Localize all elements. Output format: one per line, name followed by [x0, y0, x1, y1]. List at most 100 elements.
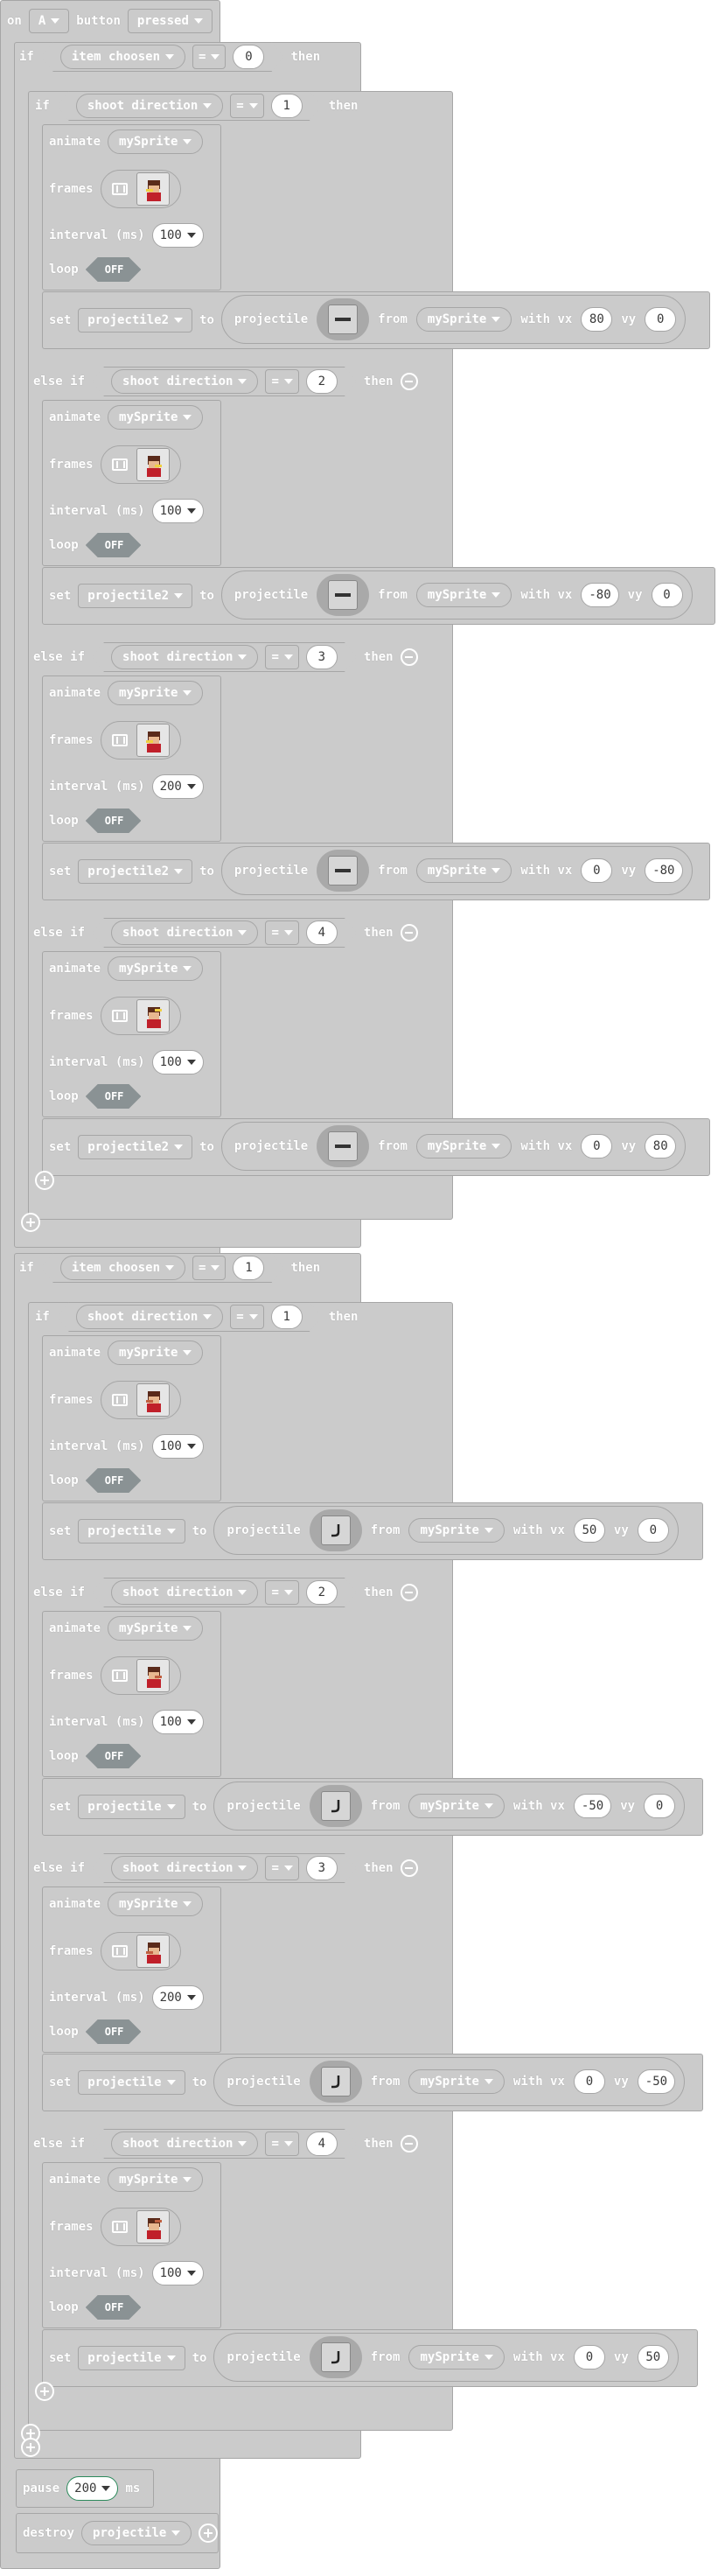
projectile-from-sprite[interactable]: projectile from mySprite with vx 80 vy 0 [220, 295, 687, 344]
sprite-frame-thumbnail[interactable] [136, 448, 170, 481]
projectile-from-sprite[interactable]: projectile from mySprite with vx -50 vy … [213, 1782, 686, 1830]
shoot-direction-dropdown[interactable]: shoot direction [111, 1856, 258, 1880]
item-condition[interactable]: item choosen = 1 [41, 1253, 284, 1283]
interval-input[interactable]: 100 [151, 499, 204, 523]
sprite-dropdown[interactable]: mySprite [108, 405, 204, 430]
projectile-from-sprite[interactable]: projectile from mySprite with vx 0 vy -8… [220, 846, 693, 895]
direction-condition[interactable]: shoot direction = 4 [92, 2129, 357, 2159]
vy-input[interactable]: 0 [651, 583, 683, 607]
projectile-image-picker[interactable] [317, 1125, 370, 1167]
shoot-direction-dropdown[interactable]: shoot direction [111, 645, 258, 669]
add-branch-icon[interactable] [21, 1213, 40, 1232]
from-sprite-dropdown[interactable]: mySprite [408, 2345, 505, 2370]
projectile-image-picker[interactable] [309, 2061, 362, 2103]
projectile-image-picker[interactable] [317, 298, 370, 340]
item-condition[interactable]: item choosen = 0 [41, 42, 284, 72]
pause-duration-input[interactable]: 200 [66, 2476, 119, 2501]
vy-input[interactable]: 50 [637, 2345, 669, 2370]
projectile-from-sprite[interactable]: projectile from mySprite with vx -80 vy … [220, 570, 693, 620]
operator-dropdown[interactable]: = [230, 94, 263, 118]
operator-dropdown[interactable]: = [265, 920, 298, 945]
shoot-direction-dropdown[interactable]: shoot direction [76, 1305, 223, 1329]
direction-value-input[interactable]: 3 [306, 645, 338, 669]
from-sprite-dropdown[interactable]: mySprite [415, 1134, 512, 1158]
projectile-from-sprite[interactable]: projectile from mySprite with vx 0 vy -5… [213, 2057, 686, 2106]
interval-input[interactable]: 100 [151, 1050, 204, 1074]
direction-value-input[interactable]: 1 [271, 94, 303, 118]
vy-input[interactable]: -50 [637, 2069, 676, 2094]
projectile-image-picker[interactable] [317, 574, 370, 616]
item-value-input[interactable]: 0 [233, 45, 264, 69]
event-state-dropdown[interactable]: pressed [127, 9, 213, 33]
interval-input[interactable]: 200 [151, 1985, 204, 2010]
button-dropdown[interactable]: A [28, 9, 70, 33]
shoot-direction-dropdown[interactable]: shoot direction [111, 369, 258, 394]
sprite-frame-thumbnail[interactable] [136, 172, 170, 206]
frames-editor[interactable] [100, 170, 181, 208]
frames-editor[interactable] [100, 721, 181, 760]
interval-input[interactable]: 100 [151, 223, 204, 248]
direction-condition[interactable]: shoot direction = 3 [92, 1853, 357, 1883]
sprite-dropdown[interactable]: mySprite [108, 681, 204, 705]
projectile-variable-dropdown[interactable]: projectile2 [78, 859, 193, 884]
projectile-from-sprite[interactable]: projectile from mySprite with vx 0 vy 50 [213, 2333, 679, 2382]
direction-value-input[interactable]: 4 [306, 2132, 338, 2156]
from-sprite-dropdown[interactable]: mySprite [415, 307, 512, 332]
projectile-from-sprite[interactable]: projectile from mySprite with vx 0 vy 80 [220, 1122, 687, 1171]
direction-condition[interactable]: shoot direction = 4 [92, 918, 357, 948]
frames-editor[interactable] [100, 2208, 181, 2246]
shoot-direction-dropdown[interactable]: shoot direction [111, 920, 258, 945]
interval-input[interactable]: 100 [151, 1434, 204, 1459]
projectile-image-picker[interactable] [309, 1785, 362, 1827]
add-else-if-icon[interactable] [35, 1171, 54, 1190]
sprite-dropdown[interactable]: mySprite [108, 2167, 204, 2192]
loop-toggle[interactable]: OFF [86, 1084, 142, 1109]
direction-value-input[interactable]: 2 [306, 369, 338, 394]
sprite-dropdown[interactable]: mySprite [108, 1340, 204, 1365]
direction-value-input[interactable]: 2 [306, 1580, 338, 1605]
vy-input[interactable]: 0 [644, 1794, 676, 1818]
remove-branch-icon[interactable] [400, 2135, 418, 2152]
vy-input[interactable]: 80 [645, 1134, 677, 1158]
vx-input[interactable]: 0 [573, 2069, 605, 2094]
vx-input[interactable]: 0 [581, 858, 613, 883]
interval-input[interactable]: 200 [151, 774, 204, 799]
loop-toggle[interactable]: OFF [86, 1468, 142, 1493]
operator-dropdown[interactable]: = [265, 369, 298, 394]
sprite-dropdown[interactable]: mySprite [108, 956, 204, 981]
interval-input[interactable]: 100 [151, 2261, 204, 2286]
direction-value-input[interactable]: 4 [306, 920, 338, 945]
operator-dropdown[interactable]: = [265, 1856, 298, 1880]
from-sprite-dropdown[interactable]: mySprite [408, 2069, 505, 2094]
loop-toggle[interactable]: OFF [86, 2020, 142, 2044]
operator-dropdown[interactable]: = [192, 1256, 226, 1280]
remove-branch-icon[interactable] [400, 1859, 418, 1877]
frames-editor[interactable] [100, 445, 181, 484]
projectile-image-picker[interactable] [309, 2336, 362, 2378]
direction-condition[interactable]: shoot direction = 2 [92, 367, 357, 396]
projectile-from-sprite[interactable]: projectile from mySprite with vx 50 vy 0 [213, 1506, 679, 1555]
vx-input[interactable]: -80 [581, 583, 619, 607]
from-sprite-dropdown[interactable]: mySprite [415, 858, 512, 883]
shoot-direction-dropdown[interactable]: shoot direction [76, 94, 223, 118]
vx-input[interactable]: -50 [573, 1794, 612, 1818]
item-variable-dropdown[interactable]: item choosen [60, 1256, 185, 1280]
frames-editor[interactable] [100, 1381, 181, 1419]
projectile-variable-dropdown[interactable]: projectile2 [78, 1135, 193, 1159]
projectile-variable-dropdown[interactable]: projectile [78, 1795, 185, 1819]
remove-branch-icon[interactable] [400, 924, 418, 942]
projectile-variable-dropdown[interactable]: projectile [78, 2346, 185, 2370]
operator-dropdown[interactable]: = [192, 45, 226, 69]
loop-toggle[interactable]: OFF [86, 2295, 142, 2320]
sprite-dropdown[interactable]: mySprite [108, 1892, 204, 1916]
frames-editor[interactable] [100, 1656, 181, 1695]
direction-condition[interactable]: shoot direction = 2 [92, 1578, 357, 1607]
sprite-frame-thumbnail[interactable] [136, 2210, 170, 2244]
destroy-target-dropdown[interactable]: projectile [81, 2521, 192, 2545]
vx-input[interactable]: 0 [573, 2345, 605, 2370]
vx-input[interactable]: 80 [581, 307, 613, 332]
add-event-statement-icon[interactable] [21, 2438, 40, 2457]
from-sprite-dropdown[interactable]: mySprite [415, 583, 512, 607]
vy-input[interactable]: -80 [645, 858, 683, 883]
direction-condition[interactable]: shoot direction = 1 [57, 1302, 322, 1332]
